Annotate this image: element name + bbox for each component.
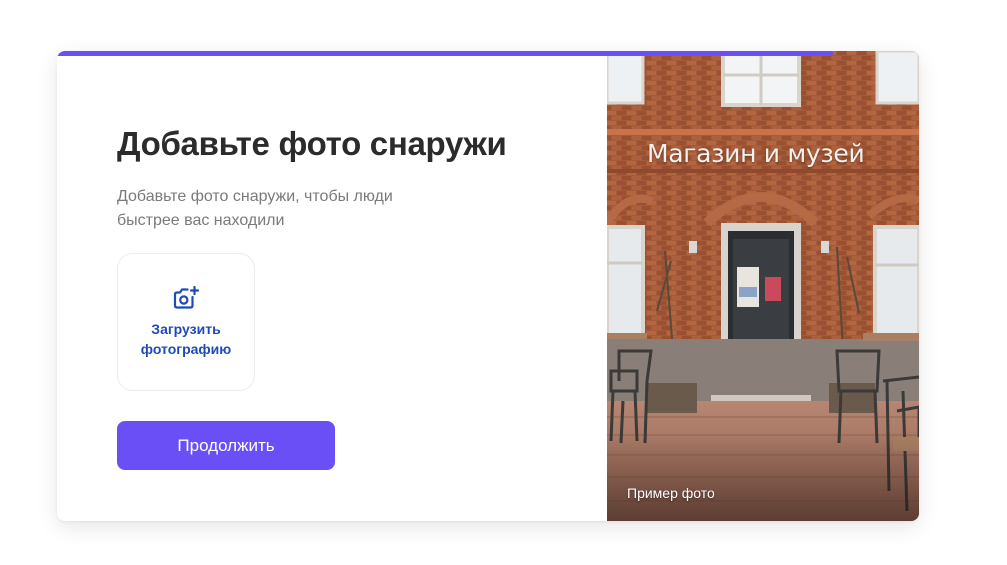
onboarding-card: Добавьте фото снаружи Добавьте фото снар… bbox=[57, 51, 919, 521]
form-panel: Добавьте фото снаружи Добавьте фото снар… bbox=[57, 51, 607, 521]
page-subtitle: Добавьте фото снаружи, чтобы люди быстре… bbox=[117, 188, 393, 229]
upload-photo-button[interactable]: Загрузить фотографию bbox=[117, 253, 255, 391]
example-photo: Магазин и музей Пример фото bbox=[607, 51, 919, 521]
progress-bar bbox=[57, 51, 919, 56]
camera-plus-icon bbox=[173, 285, 200, 309]
continue-button[interactable]: Продолжить bbox=[117, 421, 335, 470]
storefront-sign: Магазин и музей bbox=[647, 139, 865, 168]
photo-caption: Пример фото bbox=[627, 485, 715, 501]
page-title: Добавьте фото снаружи bbox=[117, 125, 507, 162]
progress-bar-fill bbox=[57, 51, 833, 56]
storefront-photo bbox=[607, 51, 919, 521]
upload-photo-label: Загрузить фотографию bbox=[140, 321, 232, 357]
